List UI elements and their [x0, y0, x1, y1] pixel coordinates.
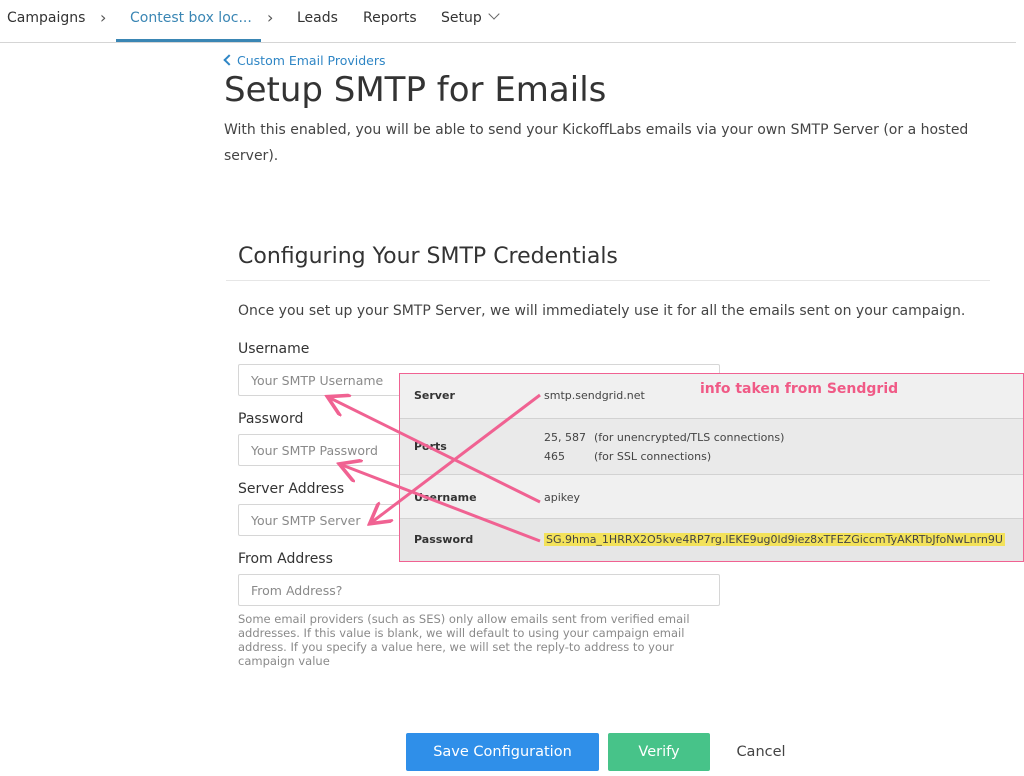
arrow-server-to-server-field [372, 393, 541, 522]
annotation-arrows [0, 0, 541, 543]
arrow-username-to-username-field [330, 398, 541, 504]
arrow-password-to-password-field [342, 465, 541, 543]
